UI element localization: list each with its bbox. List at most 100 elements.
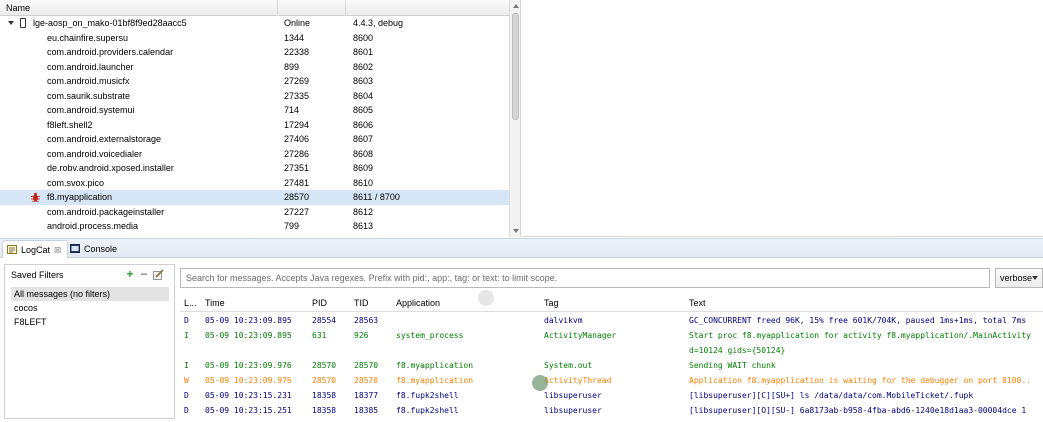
log-tag: ActivityManager [544, 331, 617, 340]
log-row[interactable]: W 05-09 10:23:09.976 28570 28570 f8.myapplic… [180, 373, 1043, 388]
device-name: lge-aosp_on_mako-01bf8f9ed28aacc5 [33, 18, 187, 28]
tab-logcat-label: LogCat [21, 245, 51, 255]
log-text: [libsuperuser][O][SU-] 6a8173ab-b958-4fb… [689, 406, 1027, 415]
column-header-status[interactable] [278, 0, 346, 16]
saved-filters-title: Saved Filters [11, 270, 64, 280]
column-header-info[interactable] [346, 0, 509, 16]
filter-toolbar: + − [124, 268, 168, 282]
process-port: 8611 / 8700 [353, 192, 400, 202]
devices-vertical-scrollbar[interactable] [509, 0, 520, 237]
scrollbar-thumb[interactable] [512, 13, 519, 120]
process-row[interactable]: com.android.systemui 714 8605 [0, 103, 509, 118]
log-text: GC_CONCURRENT freed 96K, 15% free 601K/7… [689, 316, 1027, 325]
log-tag: System.out [544, 361, 593, 370]
process-name: com.saurik.substrate [47, 90, 131, 101]
log-time: 05-09 10:23:15.251 [205, 406, 292, 415]
process-port: 8613 [353, 221, 374, 231]
log-level: I [184, 361, 189, 370]
column-header-tag[interactable]: Tag [544, 294, 559, 312]
log-tid: 18377 [354, 391, 379, 400]
process-name: com.android.packageinstaller [47, 206, 165, 217]
process-name: com.android.voicedialer [47, 148, 143, 159]
column-header-name[interactable]: Name [0, 0, 278, 16]
log-row[interactable]: I 05-09 10:23:09.976 28570 28570 f8.myapplic… [180, 358, 1043, 373]
process-name: android.process.media [47, 221, 139, 231]
empty-editor-area [522, 0, 1043, 237]
log-level: W [184, 376, 189, 385]
tab-logcat[interactable]: LogCat ☒ [2, 240, 69, 258]
log-row[interactable]: D 05-09 10:23:15.251 18358 18385 f8.fupk2she… [180, 403, 1043, 418]
column-header-time[interactable]: Time [205, 294, 225, 312]
saved-filters-panel: Saved Filters + − All messages (no filte… [4, 264, 175, 419]
log-row-continuation[interactable]: d=10124 gids={50124} [180, 343, 1043, 358]
filter-item-f8left[interactable]: F8LEFT [11, 315, 169, 329]
log-level-select[interactable]: verbose [995, 268, 1043, 288]
device-row[interactable]: lge-aosp_on_mako-01bf8f9ed28aacc5 Online… [0, 16, 509, 31]
process-name: com.android.musicfx [47, 76, 130, 86]
log-tag: libsuperuser [544, 391, 602, 400]
bottom-tab-bar: LogCat ☒ Console [0, 238, 1043, 258]
process-row[interactable]: com.android.voicedialer 27286 8608 [0, 147, 509, 162]
process-port: 8603 [353, 76, 374, 86]
process-pid: 27351 [284, 163, 310, 173]
log-pid: 18358 [312, 391, 337, 400]
saved-filters-list: All messages (no filters) cocos F8LEFT [11, 287, 169, 329]
log-application: f8.myapplication [396, 361, 474, 370]
expand-triangle-icon[interactable] [8, 21, 14, 25]
column-header-pid[interactable]: PID [312, 294, 327, 312]
log-tid: 926 [354, 331, 369, 340]
log-row[interactable]: D 05-09 10:23:09.895 28554 28563 dalvikvm GC_… [180, 313, 1043, 328]
close-tab-icon[interactable]: ☒ [54, 246, 61, 255]
log-pid: 28570 [312, 376, 337, 385]
process-row[interactable]: com.saurik.substrate 27335 8604 [0, 89, 509, 104]
process-row[interactable]: com.android.externalstorage 27406 8607 [0, 132, 509, 147]
process-row[interactable]: com.android.musicfx 27269 8603 [0, 74, 509, 89]
process-pid: 27406 [284, 134, 310, 144]
process-name: com.android.providers.calendar [47, 47, 174, 57]
log-level: D [184, 316, 189, 325]
log-tag: libsuperuser [544, 406, 602, 415]
log-time: 05-09 10:23:09.895 [205, 331, 292, 340]
process-row[interactable]: com.svox.pico 27481 8610 [0, 176, 509, 191]
filter-item-cocos[interactable]: cocos [11, 301, 169, 315]
process-pid: 27227 [284, 206, 310, 217]
console-icon [70, 244, 80, 253]
process-row[interactable]: eu.chainfire.supersu 1344 8600 [0, 31, 509, 46]
column-header-application[interactable]: Application [396, 294, 440, 312]
scroll-up-icon[interactable] [513, 4, 519, 8]
tab-console[interactable]: Console [66, 240, 123, 258]
filter-item-all-messages[interactable]: All messages (no filters) [11, 287, 169, 301]
log-text: Application f8.myapplication is waiting … [689, 376, 1031, 385]
column-header-text[interactable]: Text [689, 294, 706, 312]
log-pid: 631 [312, 331, 327, 340]
process-port: 8604 [353, 90, 374, 101]
process-port: 8612 [353, 206, 374, 217]
process-row[interactable]: android.process.media 799 8613 [0, 219, 509, 234]
column-header-tid[interactable]: TID [354, 294, 369, 312]
scroll-down-icon[interactable] [513, 229, 519, 233]
log-time: 05-09 10:23:09.976 [205, 376, 292, 385]
process-port: 8607 [353, 134, 374, 144]
logcat-search-input[interactable]: Search for messages. Accepts Java regexe… [180, 268, 990, 288]
column-header-level[interactable]: L... [184, 294, 197, 312]
devices-table-header: Name [0, 0, 509, 16]
log-level: D [184, 391, 189, 400]
process-row[interactable]: f8left.shell2 17294 8606 [0, 118, 509, 133]
process-row[interactable]: de.robv.android.xposed.installer 27351 860… [0, 161, 509, 176]
process-name: f8left.shell2 [47, 119, 93, 130]
process-row[interactable]: com.android.providers.calendar 22338 8601 [0, 45, 509, 60]
edit-filter-icon[interactable] [153, 269, 164, 280]
process-row[interactable]: com.android.launcher 899 8602 [0, 60, 509, 75]
log-row[interactable]: D 05-09 10:23:15.231 18358 18377 f8.fupk2she… [180, 388, 1043, 403]
log-level: D [184, 406, 189, 415]
process-row[interactable]: com.android.packageinstaller 27227 8612 [0, 205, 509, 220]
process-row-selected[interactable]: f8.myapplication 28570 8611 / 8700 [0, 190, 509, 205]
process-name: com.android.launcher [47, 61, 134, 72]
process-name: f8.myapplication [47, 192, 113, 202]
tab-console-label: Console [84, 244, 118, 254]
cursor-highlight [532, 375, 548, 391]
add-filter-button[interactable]: + [124, 268, 136, 280]
remove-filter-button[interactable]: − [138, 268, 150, 280]
process-pid: 22338 [284, 47, 310, 57]
log-row[interactable]: I 05-09 10:23:09.895 631 926 system_process A… [180, 328, 1043, 343]
